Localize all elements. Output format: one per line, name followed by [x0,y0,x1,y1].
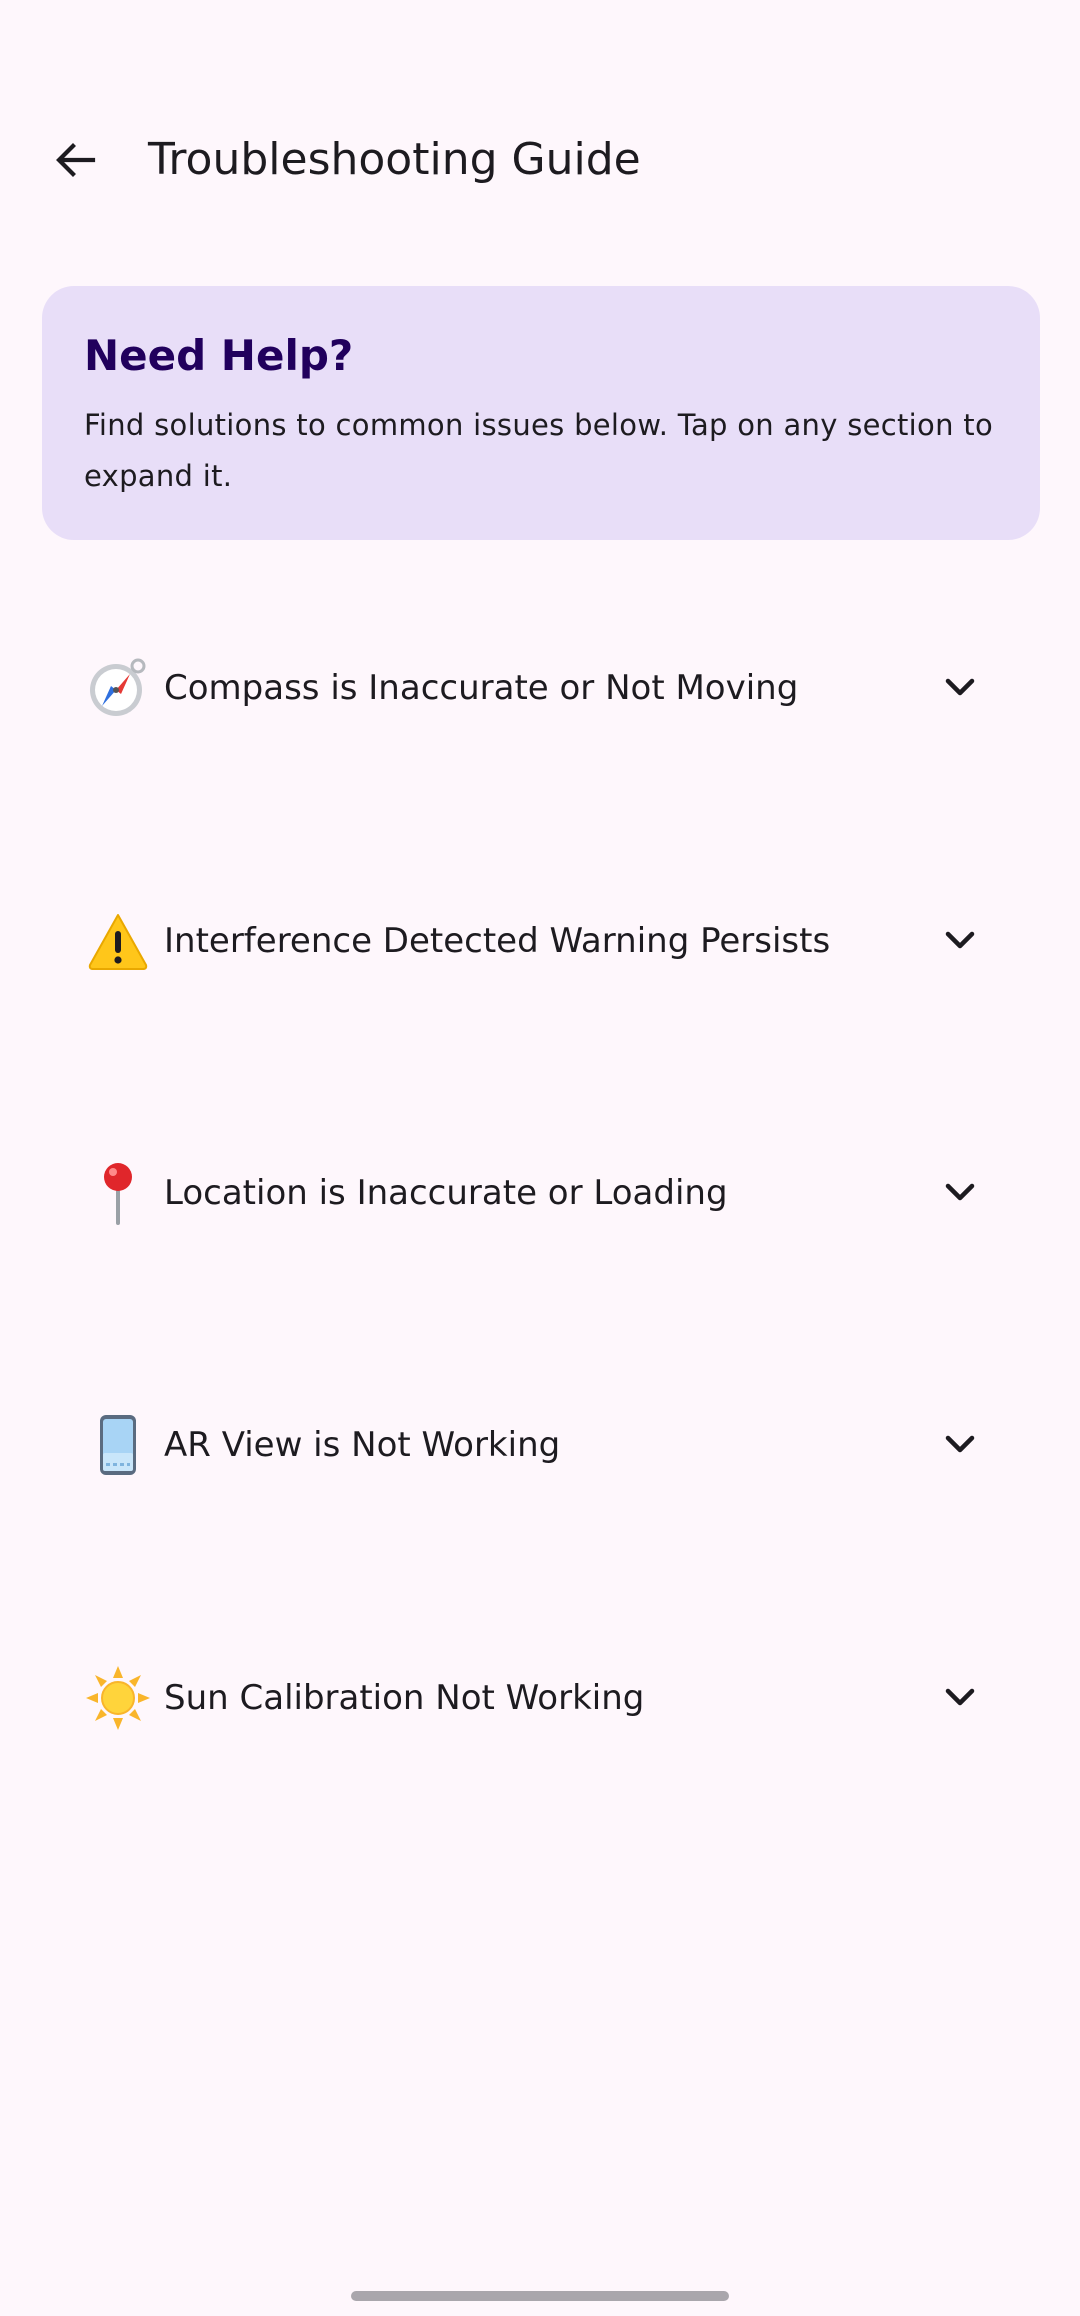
section-label: Compass is Inaccurate or Not Moving [164,668,799,708]
chevron-down-icon[interactable] [930,1163,990,1223]
section-label: Sun Calibration Not Working [164,1678,645,1718]
page-title: Troubleshooting Guide [148,134,641,185]
section-location[interactable]: Location is Inaccurate or Loading [42,1113,1038,1273]
section-ar-view[interactable]: AR View is Not Working [42,1365,1038,1525]
back-button[interactable] [30,110,120,210]
compass-icon [82,652,154,724]
chevron-down-icon[interactable] [930,1668,990,1728]
section-label: AR View is Not Working [164,1425,561,1465]
arrow-left-icon [56,143,96,177]
section-compass[interactable]: Compass is Inaccurate or Not Moving [42,608,1038,768]
home-indicator[interactable] [351,2291,729,2301]
chevron-down-icon[interactable] [930,911,990,971]
sun-icon [82,1662,154,1734]
section-label: Location is Inaccurate or Loading [164,1173,728,1213]
status-bar [0,0,1080,90]
help-card-title: Need Help? [84,331,354,380]
section-sun-calibration[interactable]: Sun Calibration Not Working [42,1618,1038,1778]
top-app-bar: Troubleshooting Guide [0,100,1080,220]
help-card-description: Find solutions to common issues below. T… [84,408,993,493]
section-label: Interference Detected Warning Persists [164,921,831,961]
help-card: Need Help? Find solutions to common issu… [42,286,1040,540]
warning-icon [82,905,154,977]
chevron-down-icon[interactable] [930,1415,990,1475]
section-interference[interactable]: Interference Detected Warning Persists [42,861,1038,1021]
chevron-down-icon[interactable] [930,658,990,718]
phone-icon [82,1409,154,1481]
pin-icon [82,1157,154,1229]
